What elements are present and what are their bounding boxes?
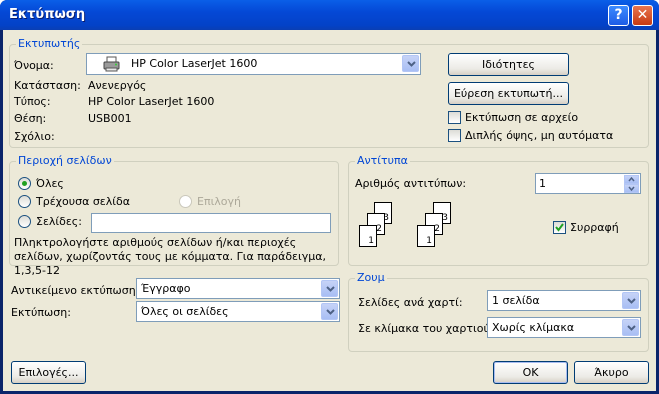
scale-to-paper-select[interactable]: Χωρίς κλίμακα [487,317,641,338]
dialog-body: Εκτυπωτής Όνομα: HP Color LaserJet 1600 … [3,30,656,391]
print-dialog: Εκτύπωση ? ✕ Εκτυπωτής Όνομα: HP Color L… [0,0,659,394]
number-of-copies-label: Αριθμός αντιτύπων: [355,177,467,190]
selection-label: Επιλογή [197,195,242,208]
chevron-down-icon[interactable] [622,319,639,336]
pages-per-sheet-select[interactable]: 1 σελίδα [487,290,641,311]
title-bar[interactable]: Εκτύπωση ? ✕ [0,0,659,30]
all-pages-label[interactable]: Όλες [36,177,64,190]
options-button[interactable]: Επιλογές... [11,361,86,384]
collate-label[interactable]: Συρραφή [570,221,619,234]
printer-status-label: Κατάσταση: [14,79,81,92]
spin-up-icon[interactable] [624,175,639,184]
printer-name-select[interactable]: HP Color LaserJet 1600 [86,53,421,75]
scale-to-paper-label: Σε κλίμακα του χαρτιού: [358,322,494,335]
printer-comment-label: Σχόλιο: [14,130,55,143]
print-value: Όλες οι σελίδες [141,305,229,318]
chevron-down-icon[interactable] [321,303,338,320]
copies-legend: Αντίτυπα [355,154,410,167]
current-page-label[interactable]: Τρέχουσα σελίδα [36,195,130,208]
current-page-radio[interactable] [18,195,31,208]
all-pages-radio[interactable] [18,177,31,190]
ok-button[interactable]: OK [493,361,568,384]
printer-where-label: Θέση: [14,112,47,125]
pages-input[interactable] [91,213,331,233]
printer-group-legend: Εκτυπωτής [16,37,83,50]
collate-page: 1 [417,225,435,247]
printer-type-value: HP Color LaserJet 1600 [88,95,215,108]
page-range-hint: Πληκτρολογήστε αριθμούς σελίδων ή/και πε… [14,236,326,277]
collate-checkbox[interactable] [553,221,566,234]
checkmark-icon [555,223,564,232]
pages-radio[interactable] [18,215,31,228]
spin-down-icon[interactable] [624,184,639,193]
printer-type-label: Τύπος: [14,95,51,108]
print-what-select[interactable]: Έγγραφο [136,278,340,299]
selection-radio[interactable] [179,195,192,208]
printer-name-value: HP Color LaserJet 1600 [131,57,258,70]
window-title: Εκτύπωση [9,7,86,22]
chevron-down-icon[interactable] [402,55,419,72]
print-what-label: Αντικείμενο εκτύπωσης: [11,284,146,297]
page-range-legend: Περιοχή σελίδων [16,154,114,167]
number-of-copies-value: 1 [539,177,546,190]
chevron-down-icon[interactable] [622,292,639,309]
printer-icon [103,56,120,72]
printer-where-value: USB001 [88,112,132,125]
pages-per-sheet-label: Σελίδες ανά χαρτί: [358,296,463,309]
properties-button[interactable]: Ιδιότητες [448,53,569,76]
help-button[interactable]: ? [608,5,629,26]
zoom-legend: Ζουμ [355,271,387,284]
print-what-value: Έγγραφο [141,282,191,295]
duplex-label[interactable]: Διπλής όψης, μη αυτόματα [465,129,613,142]
pages-label[interactable]: Σελίδες: [36,215,82,228]
pages-per-sheet-value: 1 σελίδα [492,294,540,307]
scale-to-paper-value: Χωρίς κλίμακα [492,321,575,334]
close-button[interactable]: ✕ [632,5,653,26]
collate-page: 1 [359,225,377,247]
printer-name-label: Όνομα: [14,59,54,72]
print-select[interactable]: Όλες οι σελίδες [136,301,340,322]
print-label: Εκτύπωση: [11,306,71,319]
print-to-file-label[interactable]: Εκτύπωση σε αρχείο [465,111,578,124]
number-of-copies-spinner[interactable]: 1 [535,173,641,194]
cancel-button[interactable]: Άκυρο [574,361,649,384]
duplex-checkbox[interactable] [448,129,461,142]
print-to-file-checkbox[interactable] [448,111,461,124]
chevron-down-icon[interactable] [321,280,338,297]
find-printer-button[interactable]: Εύρεση εκτυπωτή... [448,82,569,105]
printer-status-value: Ανενεργός [88,79,147,92]
